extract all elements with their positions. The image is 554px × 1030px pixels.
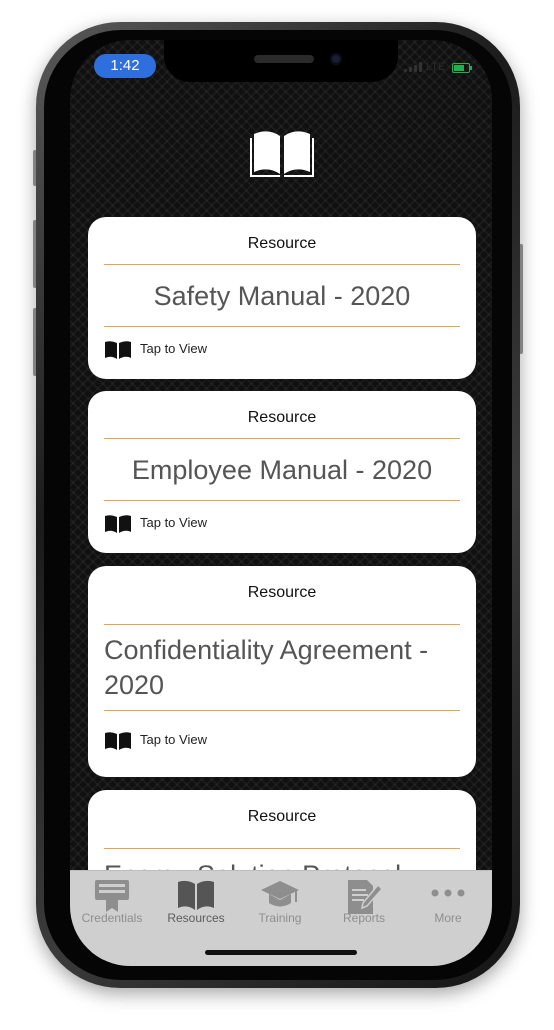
card-divider	[104, 624, 460, 625]
home-indicator[interactable]	[205, 950, 357, 955]
resource-label: Resource	[247, 235, 317, 252]
tab-credentials[interactable]: Credentials	[70, 871, 154, 931]
card-divider	[104, 848, 460, 849]
resource-title: Confidentiality Agreement - 2020	[104, 635, 429, 700]
resource-title: Employee Manual - 2020	[131, 455, 433, 485]
tab-label: More	[434, 911, 462, 925]
report-icon	[348, 880, 383, 914]
tap-to-view-label: Tap to View	[140, 732, 207, 747]
card-divider	[104, 264, 460, 265]
resource-label: Resource	[247, 584, 317, 601]
front-camera	[330, 53, 342, 65]
tap-to-view-label: Tap to View	[140, 515, 207, 530]
credentials-icon	[95, 880, 129, 912]
book-icon	[105, 732, 131, 750]
more-dots-icon	[431, 889, 465, 897]
card-divider	[104, 326, 460, 327]
tab-reports[interactable]: Reports	[322, 871, 406, 931]
tab-resources[interactable]: Resources	[154, 871, 238, 931]
tab-label: Credentials	[81, 911, 143, 925]
book-icon	[105, 515, 131, 533]
tab-training[interactable]: Training	[238, 871, 322, 931]
tab-label: Reports	[342, 911, 386, 925]
resource-card-confidentiality-agreement[interactable]: Resource Confidentiality Agreement - 202…	[88, 566, 476, 777]
signal-icon	[404, 62, 424, 72]
tab-label: Resources	[167, 911, 225, 925]
battery-icon	[452, 63, 472, 73]
graduation-cap-icon	[261, 881, 299, 907]
resource-card-safety-manual[interactable]: Resource Safety Manual - 2020 Tap to Vie…	[88, 217, 476, 379]
resource-label: Resource	[247, 808, 317, 825]
card-divider	[104, 438, 460, 439]
resource-label: Resource	[247, 409, 317, 426]
phone-screen: 1:42 LTE Resource Safety Manual - 2020 T…	[70, 40, 492, 966]
network-type: LTE	[426, 61, 446, 73]
tap-to-view-label: Tap to View	[140, 341, 207, 356]
resource-title: Safety Manual - 2020	[153, 281, 411, 311]
tab-label: Training	[258, 911, 302, 925]
open-book-icon	[250, 128, 314, 178]
book-icon	[178, 880, 214, 910]
resource-card-employee-manual[interactable]: Resource Employee Manual - 2020 Tap to V…	[88, 391, 476, 553]
notch	[164, 40, 398, 82]
status-indicators: LTE	[404, 60, 474, 74]
earpiece-speaker	[254, 55, 314, 63]
card-divider	[104, 500, 460, 501]
card-divider	[104, 710, 460, 711]
book-icon	[105, 341, 131, 359]
tab-more[interactable]: More	[406, 871, 490, 931]
status-time: 1:42	[94, 54, 156, 78]
